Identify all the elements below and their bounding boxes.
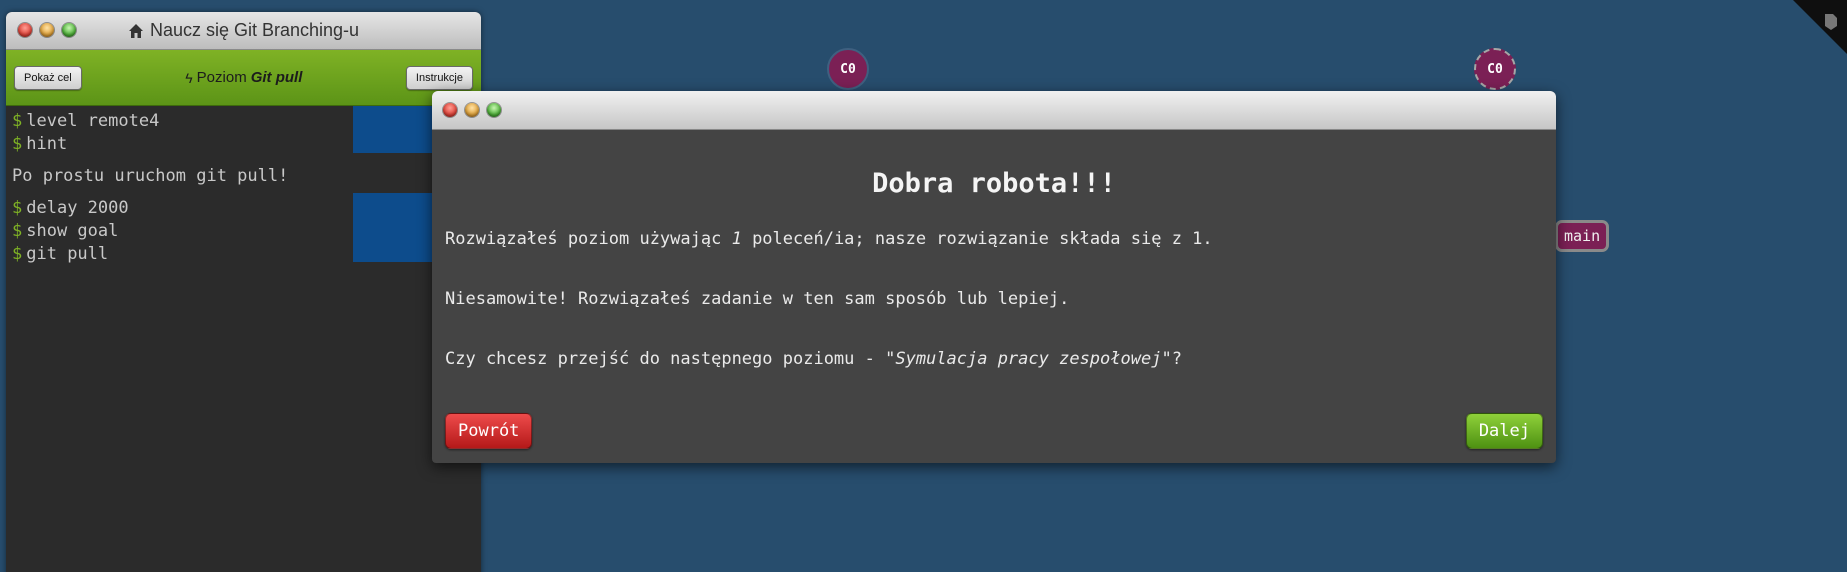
history-command: delay 2000 (26, 198, 129, 218)
summary-text: Rozwiązałeś poziom używając (445, 229, 732, 249)
prompt-symbol: $ (12, 244, 23, 264)
branch-label: main (1564, 227, 1601, 245)
close-icon[interactable] (443, 103, 457, 117)
prompt-symbol: $ (12, 198, 23, 218)
hint-output: Po prostu uruchom git pull! (12, 166, 289, 186)
next-level-name: "Symulacja pracy zespołowej" (885, 349, 1172, 369)
commit-node-local[interactable]: C0 (827, 48, 869, 90)
dialog-buttons: Powrót Dalej (445, 413, 1543, 449)
bolt-icon: ϟ (185, 69, 193, 86)
home-icon (128, 23, 143, 38)
level-complete-dialog: Dobra robota!!! Rozwiązałeś poziom używa… (432, 91, 1556, 463)
instructions-button[interactable]: Instrukcje (405, 65, 473, 90)
app-stage: C0 C0 main Naucz się Git Branching-u Pok… (0, 0, 1847, 572)
close-icon[interactable] (18, 23, 32, 37)
window-title: Naucz się Git Branching-u (128, 20, 359, 41)
next-button[interactable]: Dalej (1465, 413, 1543, 449)
history-command: git pull (26, 244, 109, 264)
prompt-symbol: $ (12, 111, 23, 131)
history-command: level remote4 (26, 111, 160, 131)
commit-label: C0 (840, 61, 856, 77)
level-prefix: Poziom (196, 69, 247, 86)
level-name: Git pull (250, 69, 303, 86)
window-title-text: Naucz się Git Branching-u (149, 20, 360, 40)
history-command: show goal (26, 221, 119, 241)
prompt-symbol: $ (12, 134, 23, 154)
minimize-icon[interactable] (40, 23, 54, 37)
summary-text: poleceń/ia; nasze rozwiązanie składa się… (741, 229, 1213, 249)
prompt-symbol: $ (12, 221, 23, 241)
terminal-output: $ level remote4 $ hint Po prostu uruchom g… (6, 106, 481, 270)
result-summary: Rozwiązałeś poziom używając 1 poleceń/ia… (445, 229, 1543, 249)
dialog-body: Dobra robota!!! Rozwiązałeś poziom używa… (432, 168, 1556, 369)
command-count: 1 (731, 229, 742, 249)
maximize-icon[interactable] (62, 23, 76, 37)
commit-label: C0 (1487, 61, 1503, 77)
terminal-window: Naucz się Git Branching-u Pokaż cel ϟ Po… (6, 12, 481, 572)
prompt-text: Czy chcesz przejść do następnego poziomu… (445, 349, 886, 369)
window-controls (18, 23, 76, 37)
minimize-icon[interactable] (465, 103, 479, 117)
praise-text: Niesamowite! Rozwiązałeś zadanie w ten s… (445, 289, 1070, 309)
prompt-text: ? (1171, 349, 1182, 369)
dialog-titlebar (432, 91, 1556, 130)
commit-node-remote[interactable]: C0 (1474, 48, 1516, 90)
corner-fold-icon[interactable] (1785, 0, 1847, 62)
maximize-icon[interactable] (487, 103, 501, 117)
next-level-prompt: Czy chcesz przejść do następnego poziomu… (445, 349, 1543, 369)
window-controls (443, 103, 501, 117)
back-button[interactable]: Powrót (445, 413, 533, 449)
show-goal-button[interactable]: Pokaż cel (14, 65, 82, 90)
dialog-heading: Dobra robota!!! (872, 168, 1116, 199)
history-command: hint (26, 134, 68, 154)
terminal-titlebar: Naucz się Git Branching-u (6, 12, 481, 50)
level-indicator: ϟ Poziom Git pull (185, 69, 302, 86)
branch-tag-main[interactable]: main (1555, 220, 1610, 252)
terminal-toolbar: Pokaż cel ϟ Poziom Git pull Instrukcje (6, 50, 481, 106)
